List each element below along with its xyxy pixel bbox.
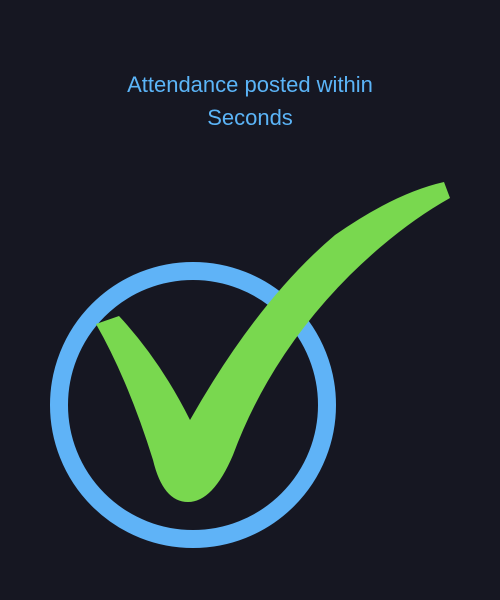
success-graphic [50, 182, 450, 548]
confirmation-screen: Attendance posted within Seconds [0, 0, 500, 600]
checkmark-icon [96, 182, 450, 502]
